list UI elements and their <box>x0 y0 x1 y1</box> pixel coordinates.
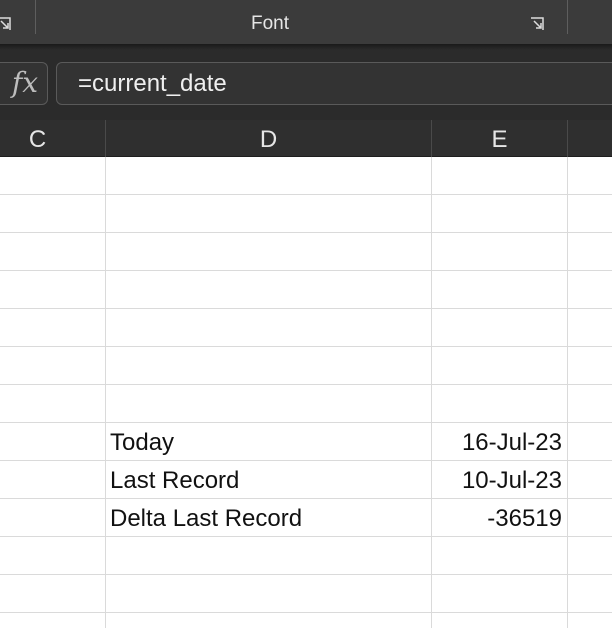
gridline-horizontal <box>0 270 612 271</box>
dialog-launcher-icon[interactable] <box>0 16 12 32</box>
cell-d-today-label[interactable]: Today <box>110 423 430 461</box>
column-header-d[interactable]: D <box>106 120 432 157</box>
ribbon-group-strip: Font <box>0 0 612 46</box>
gridline-horizontal <box>0 346 612 347</box>
cell-e-last-record-value[interactable]: 10-Jul-23 <box>432 461 562 499</box>
formula-input[interactable]: =current_date <box>56 62 612 105</box>
gridline-horizontal <box>0 308 612 309</box>
gridline-horizontal <box>0 232 612 233</box>
cell-d-last-record-label[interactable]: Last Record <box>110 461 430 499</box>
gridline-horizontal <box>0 612 612 613</box>
column-header-f[interactable] <box>568 120 612 157</box>
insert-function-button[interactable]: fx <box>0 62 48 105</box>
gridline-vertical <box>105 157 106 628</box>
cell-e-today-value[interactable]: 16-Jul-23 <box>432 423 562 461</box>
cell-d-delta-label[interactable]: Delta Last Record <box>110 499 430 537</box>
cell-e-delta-value[interactable]: -36519 <box>432 499 562 537</box>
column-headers: C D E <box>0 120 612 157</box>
worksheet-grid[interactable]: Today 16-Jul-23 Last Record 10-Jul-23 De… <box>0 157 612 628</box>
gridline-horizontal <box>0 194 612 195</box>
gridline-horizontal <box>0 574 612 575</box>
dialog-launcher-icon[interactable] <box>529 16 545 32</box>
column-header-e[interactable]: E <box>432 120 568 157</box>
font-group-label: Font <box>250 13 290 34</box>
ribbon-separator <box>35 0 36 34</box>
gridline-vertical <box>567 157 568 628</box>
gridline-vertical <box>431 157 432 628</box>
column-header-c[interactable]: C <box>0 120 106 157</box>
gridline-horizontal <box>0 384 612 385</box>
ribbon-separator <box>567 0 568 34</box>
